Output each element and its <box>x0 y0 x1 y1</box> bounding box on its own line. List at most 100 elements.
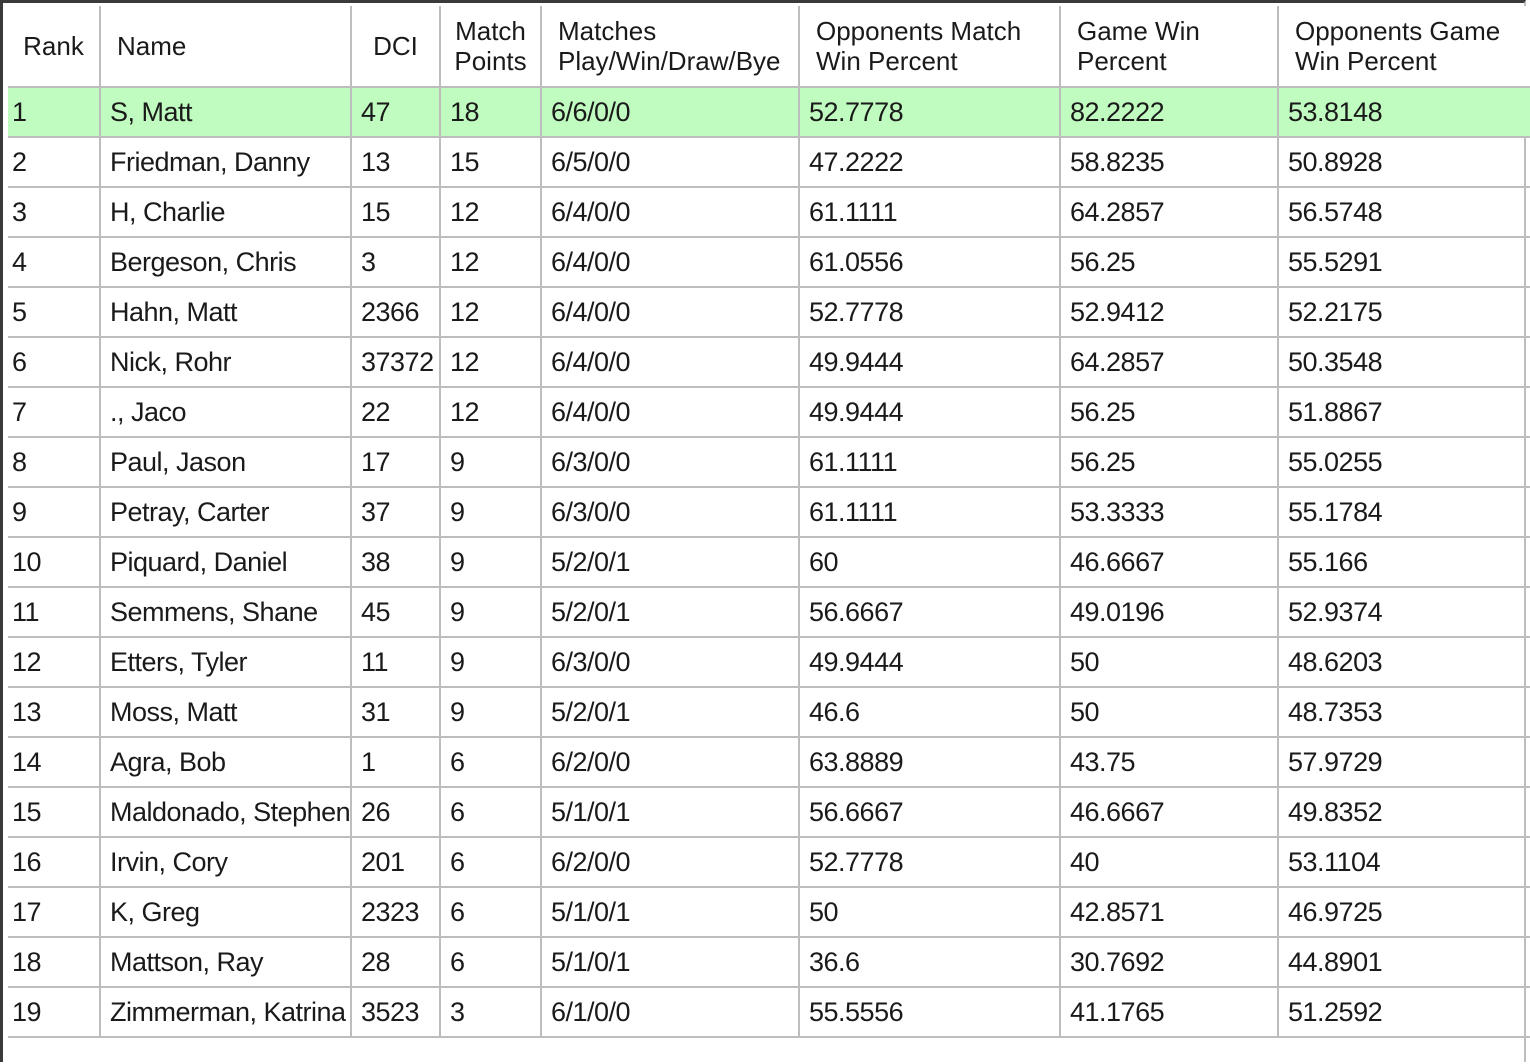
cell-game-win-percent[interactable]: 50 <box>1059 686 1279 738</box>
cell-rank[interactable]: 11 <box>8 586 101 638</box>
cell-rank[interactable]: 5 <box>8 286 101 338</box>
cell-rank[interactable]: 17 <box>8 886 101 938</box>
cell-opponents-match-win-percent[interactable]: 47.2222 <box>798 136 1061 188</box>
cell-name[interactable]: Zimmerman, Katrina <box>99 986 352 1038</box>
table-row[interactable]: 9 Petray, Carter 37 9 6/3/0/0 61.1111 53.3333 5… <box>8 486 1530 538</box>
cell-rank[interactable]: 8 <box>8 436 101 488</box>
table-row[interactable]: 14 Agra, Bob 1 6 6/2/0/0 63.8889 43.75 57.9729 <box>8 736 1530 788</box>
cell-rank[interactable]: 9 <box>8 486 101 538</box>
table-row[interactable]: 18 Mattson, Ray 28 6 5/1/0/1 36.6 30.7692 44.89… <box>8 936 1530 988</box>
cell-opponents-match-win-percent[interactable]: 56.6667 <box>798 786 1061 838</box>
cell-name[interactable]: Friedman, Danny <box>99 136 352 188</box>
cell-matches[interactable]: 5/2/0/1 <box>540 536 800 588</box>
table-row[interactable]: 11 Semmens, Shane 45 9 5/2/0/1 56.6667 49.0196… <box>8 586 1530 638</box>
cell-opponents-match-win-percent[interactable]: 36.6 <box>798 936 1061 988</box>
cell-dci[interactable]: 1 <box>350 736 441 788</box>
cell-dci[interactable]: 17 <box>350 436 441 488</box>
cell-dci[interactable]: 2366 <box>350 286 441 338</box>
cell-game-win-percent[interactable]: 41.1765 <box>1059 986 1279 1038</box>
table-row[interactable]: 17 K, Greg 2323 6 5/1/0/1 50 42.8571 46.9725 <box>8 886 1530 938</box>
cell-matches[interactable]: 6/4/0/0 <box>540 186 800 238</box>
cell-opponents-match-win-percent[interactable]: 60 <box>798 536 1061 588</box>
cell-name[interactable]: Mattson, Ray <box>99 936 352 988</box>
cell-opponents-game-win-percent[interactable]: 49.8352 <box>1277 786 1530 838</box>
column-header-opponents-game-win-percent[interactable]: Opponents Game Win Percent <box>1277 6 1530 88</box>
table-row[interactable]: 3 H, Charlie 15 12 6/4/0/0 61.1111 64.2857 56.5… <box>8 186 1530 238</box>
cell-opponents-match-win-percent[interactable]: 61.0556 <box>798 236 1061 288</box>
cell-name[interactable]: Etters, Tyler <box>99 636 352 688</box>
cell-dci[interactable]: 45 <box>350 586 441 638</box>
cell-game-win-percent[interactable]: 53.3333 <box>1059 486 1279 538</box>
cell-opponents-game-win-percent[interactable]: 51.2592 <box>1277 986 1530 1038</box>
cell-opponents-match-win-percent[interactable]: 61.1111 <box>798 436 1061 488</box>
cell-opponents-game-win-percent[interactable]: 44.8901 <box>1277 936 1530 988</box>
cell-opponents-game-win-percent[interactable]: 46.9725 <box>1277 886 1530 938</box>
cell-opponents-match-win-percent[interactable]: 52.7778 <box>798 86 1061 138</box>
cell-opponents-game-win-percent[interactable]: 50.8928 <box>1277 136 1530 188</box>
cell-opponents-match-win-percent[interactable]: 56.6667 <box>798 586 1061 638</box>
cell-dci[interactable]: 15 <box>350 186 441 238</box>
cell-opponents-match-win-percent[interactable]: 49.9444 <box>798 636 1061 688</box>
cell-name[interactable]: K, Greg <box>99 886 352 938</box>
cell-dci[interactable]: 2323 <box>350 886 441 938</box>
cell-match-points[interactable]: 9 <box>439 636 542 688</box>
cell-dci[interactable]: 13 <box>350 136 441 188</box>
cell-matches[interactable]: 5/1/0/1 <box>540 786 800 838</box>
cell-opponents-match-win-percent[interactable]: 61.1111 <box>798 186 1061 238</box>
table-row[interactable]: 6 Nick, Rohr 37372 12 6/4/0/0 49.9444 64.2857 5… <box>8 336 1530 388</box>
cell-rank[interactable]: 13 <box>8 686 101 738</box>
cell-matches[interactable]: 6/2/0/0 <box>540 836 800 888</box>
cell-match-points[interactable]: 6 <box>439 786 542 838</box>
cell-match-points[interactable]: 6 <box>439 936 542 988</box>
cell-opponents-game-win-percent[interactable]: 57.9729 <box>1277 736 1530 788</box>
cell-name[interactable]: S, Matt <box>99 86 352 138</box>
cell-match-points[interactable]: 12 <box>439 236 542 288</box>
cell-opponents-match-win-percent[interactable]: 49.9444 <box>798 336 1061 388</box>
cell-game-win-percent[interactable]: 64.2857 <box>1059 336 1279 388</box>
cell-name[interactable]: Moss, Matt <box>99 686 352 738</box>
cell-name[interactable]: Bergeson, Chris <box>99 236 352 288</box>
cell-game-win-percent[interactable]: 42.8571 <box>1059 886 1279 938</box>
table-row[interactable]: 16 Irvin, Cory 201 6 6/2/0/0 52.7778 40 53.1104 <box>8 836 1530 888</box>
cell-matches[interactable]: 6/4/0/0 <box>540 286 800 338</box>
cell-dci[interactable]: 3 <box>350 236 441 288</box>
cell-dci[interactable]: 11 <box>350 636 441 688</box>
cell-game-win-percent[interactable]: 49.0196 <box>1059 586 1279 638</box>
cell-name[interactable]: Paul, Jason <box>99 436 352 488</box>
cell-matches[interactable]: 5/2/0/1 <box>540 686 800 738</box>
cell-dci[interactable]: 37372 <box>350 336 441 388</box>
table-row[interactable]: 7., Jaco 22 12 6/4/0/0 49.9444 56.25 51.8867 <box>8 386 1530 438</box>
cell-matches[interactable]: 6/4/0/0 <box>540 336 800 388</box>
cell-matches[interactable]: 5/1/0/1 <box>540 886 800 938</box>
cell-game-win-percent[interactable]: 40 <box>1059 836 1279 888</box>
cell-match-points[interactable]: 9 <box>439 436 542 488</box>
cell-opponents-match-win-percent[interactable]: 49.9444 <box>798 386 1061 438</box>
cell-rank[interactable]: 15 <box>8 786 101 838</box>
column-header-opponents-match-win-percent[interactable]: Opponents Match Win Percent <box>798 6 1061 88</box>
cell-dci[interactable]: 3523 <box>350 986 441 1038</box>
table-row[interactable]: 2 Friedman, Danny 13 15 6/5/0/0 47.2222 58.823… <box>8 136 1530 188</box>
cell-opponents-game-win-percent[interactable]: 55.0255 <box>1277 436 1530 488</box>
cell-rank[interactable]: 2 <box>8 136 101 188</box>
cell-rank[interactable]: 3 <box>8 186 101 238</box>
cell-dci[interactable]: 28 <box>350 936 441 988</box>
cell-opponents-game-win-percent[interactable]: 50.3548 <box>1277 336 1530 388</box>
cell-opponents-game-win-percent[interactable]: 52.2175 <box>1277 286 1530 338</box>
cell-game-win-percent[interactable]: 46.6667 <box>1059 536 1279 588</box>
cell-game-win-percent[interactable]: 56.25 <box>1059 386 1279 438</box>
table-row[interactable]: 19 Zimmerman, Katrina 3523 3 6/1/0/0 55.5556 4… <box>8 986 1530 1038</box>
column-header-name[interactable]: Name <box>99 6 352 88</box>
cell-name[interactable]: H, Charlie <box>99 186 352 238</box>
cell-match-points[interactable]: 6 <box>439 886 542 938</box>
cell-match-points[interactable]: 12 <box>439 386 542 438</box>
column-header-dci[interactable]: DCI <box>350 6 441 88</box>
cell-opponents-game-win-percent[interactable]: 48.7353 <box>1277 686 1530 738</box>
cell-game-win-percent[interactable]: 30.7692 <box>1059 936 1279 988</box>
cell-opponents-game-win-percent[interactable]: 52.9374 <box>1277 586 1530 638</box>
column-header-game-win-percent[interactable]: Game Win Percent <box>1059 6 1279 88</box>
cell-dci[interactable]: 47 <box>350 86 441 138</box>
table-row[interactable]: 1 S, Matt 47 18 6/6/0/0 52.7778 82.2222 53.8148 <box>8 86 1530 138</box>
cell-rank[interactable]: 7 <box>8 386 101 438</box>
cell-opponents-match-win-percent[interactable]: 52.7778 <box>798 836 1061 888</box>
cell-game-win-percent[interactable]: 58.8235 <box>1059 136 1279 188</box>
